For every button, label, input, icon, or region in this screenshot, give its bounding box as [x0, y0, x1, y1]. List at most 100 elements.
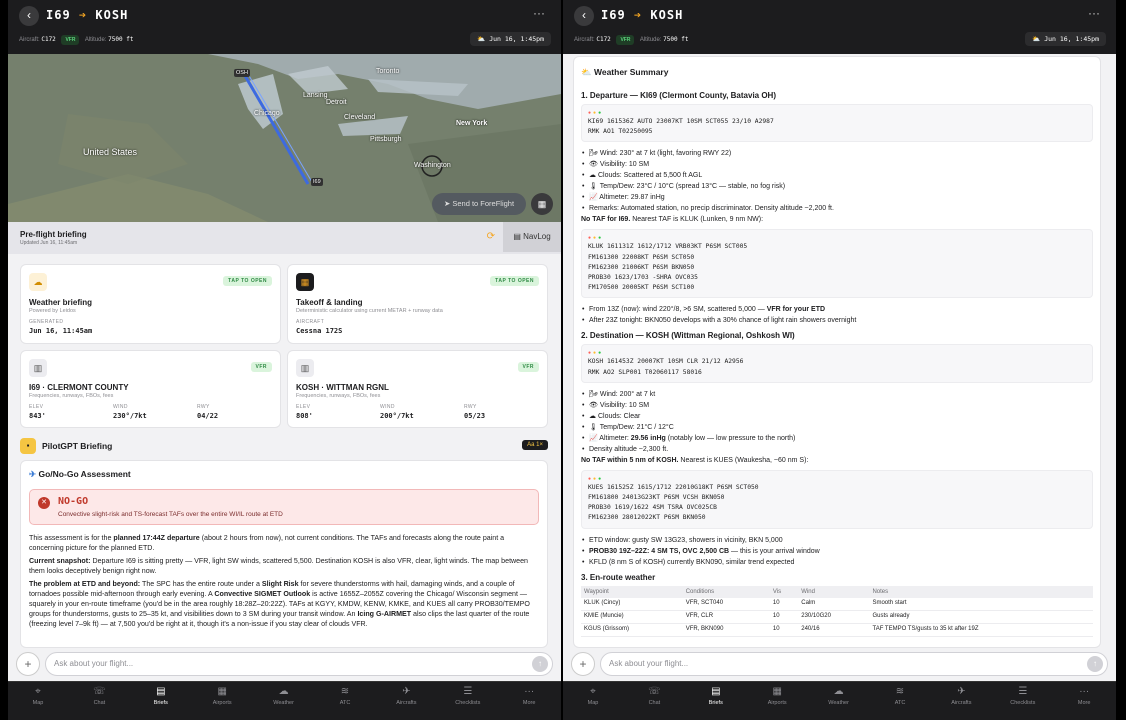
checklists-icon: ☰ — [1018, 686, 1028, 697]
table-cell: 240/16 — [798, 623, 870, 638]
more-icon[interactable]: ··· — [1088, 6, 1100, 20]
pilotgpt-header: ▪ PilotGPT Briefing Aa 1× — [20, 436, 548, 456]
table-header: Notes — [869, 585, 1093, 598]
airports-icon: ▦ — [772, 686, 782, 697]
tab-more[interactable]: ··· More — [1054, 685, 1114, 706]
chat-input[interactable]: Ask about your flight... ↑ — [600, 652, 1108, 676]
no-go-icon: ✕ — [38, 497, 50, 509]
list-item: Density altitude ~2,300 ft. — [581, 444, 1093, 455]
attach-button[interactable]: + — [16, 652, 40, 676]
wind-value: 200°/7kt — [380, 412, 414, 420]
chat-bubble-icon: ▪ — [20, 438, 36, 454]
status-dots: ●●● — [588, 110, 604, 116]
refresh-icon[interactable]: ⟳ — [487, 231, 495, 242]
list-item-text: Altimeter: 29.87 inHg — [599, 194, 665, 202]
building-icon: ▥ — [29, 359, 47, 377]
back-button[interactable]: ‹ — [19, 6, 39, 26]
weather-item-icon: ☁ — [589, 172, 596, 180]
tab-airports[interactable]: ▦ Airports — [192, 685, 252, 706]
tab-map[interactable]: ⌖ Map — [563, 685, 623, 706]
tab-briefs[interactable]: ▤ Briefs — [686, 685, 746, 706]
tab-label: Airports — [212, 700, 232, 706]
map-layers-button[interactable]: ▦ — [531, 193, 553, 215]
tap-to-open-badge: TAP TO OPEN — [223, 276, 272, 286]
tab-more[interactable]: ··· More — [499, 685, 559, 706]
route-title: I69 ➔ KOSH — [46, 8, 129, 22]
chat-icon: ☏ — [93, 686, 106, 697]
tab-chat[interactable]: ☏ Chat — [624, 685, 684, 706]
map-label: Detroit — [326, 99, 347, 106]
pilotgpt-title: PilotGPT Briefing — [42, 441, 113, 451]
tab-label: Weather — [273, 700, 294, 706]
attach-button[interactable]: + — [571, 652, 595, 676]
more-icon[interactable]: ··· — [533, 6, 545, 20]
tab-briefs[interactable]: ▤ Briefs — [131, 685, 191, 706]
metar-block: ●●● KOSH 161453Z 20007KT 10SM CLR 21/12 … — [581, 344, 1093, 383]
list-item-text: Clouds: Scattered at 5,500 ft AGL — [597, 172, 703, 180]
send-to-foreflight-button[interactable]: ➤ Send to ForeFlight — [432, 193, 526, 215]
tab-map[interactable]: ⌖ Map — [8, 685, 68, 706]
navlog-button[interactable]: ▤ NavLog — [503, 222, 561, 252]
weather-item-icon: 👁 — [589, 161, 598, 169]
tab-checklists[interactable]: ☰ Checklists — [438, 685, 498, 706]
table-cell: VFR, BKN090 — [682, 623, 770, 638]
status-dots: ●●● — [588, 475, 604, 482]
departure-time-chip[interactable]: ⛅ Jun 16, 1:45pm — [1025, 32, 1106, 46]
navlog-icon: ▤ — [513, 232, 521, 241]
weather-summary-title: ⛅ Weather Summary — [581, 67, 669, 77]
chat-icon: ☏ — [648, 686, 661, 697]
tab-aircrafts[interactable]: ✈ Aircrafts — [931, 685, 991, 706]
more-icon: ··· — [1079, 686, 1090, 697]
list-item: 🌬 Wind: 230° at 7 kt (light, favoring RW… — [581, 148, 1093, 159]
tab-label: Weather — [828, 700, 849, 706]
table-header: Wind — [798, 585, 870, 598]
airport-subtitle: Frequencies, runways, FBOs, fees — [29, 393, 114, 399]
tab-weather[interactable]: ☁ Weather — [254, 685, 314, 706]
weather-item-icon: 👁 — [589, 401, 598, 409]
preflight-title: Pre-flight briefing — [20, 230, 87, 239]
tab-aircrafts[interactable]: ✈ Aircrafts — [376, 685, 436, 706]
table-cell: 230/10G20 — [798, 610, 870, 625]
enroute-table: Waypoint Conditions Vis Wind Notes KLUK (Cin… — [581, 585, 1093, 638]
list-item: 🌡 Temp/Dew: 21°C / 12°C — [581, 422, 1093, 433]
plane-icon: ✈ — [29, 469, 37, 479]
checklists-icon: ☰ — [463, 686, 473, 697]
status-dots: ●●● — [588, 350, 604, 357]
tab-checklists[interactable]: ☰ Checklists — [993, 685, 1053, 706]
list-item: 📈 Altimeter: 29.87 inHg — [581, 192, 1093, 203]
table-header: Conditions — [682, 585, 770, 598]
tab-label: Airports — [767, 700, 787, 706]
tab-label: ATC — [339, 700, 351, 706]
map-icon: ⌖ — [590, 686, 596, 697]
list-item: ☁ Clouds: Scattered at 5,500 ft AGL — [581, 170, 1093, 181]
more-icon: ··· — [524, 686, 535, 697]
wind-label: WIND — [380, 404, 395, 410]
arrival-airport-card[interactable]: ▥ VFR KOSH · WITTMAN RGNL Frequencies, r… — [287, 350, 548, 428]
send-icon: ➤ — [443, 199, 451, 208]
waypoint-tag: I69 — [311, 178, 323, 186]
tab-chat[interactable]: ☏ Chat — [69, 685, 129, 706]
vfr-badge: VFR — [616, 35, 635, 45]
elev-value: 843' — [29, 412, 46, 420]
tab-atc[interactable]: ≋ ATC — [870, 685, 930, 706]
departure-time-chip[interactable]: ⛅ Jun 16, 1:45pm — [470, 32, 551, 46]
wind-value: 230°/7kt — [113, 412, 147, 420]
font-size-button[interactable]: Aa 1× — [522, 440, 548, 450]
back-button[interactable]: ‹ — [574, 6, 594, 26]
list-item: 👁 Visibility: 10 SM — [581, 159, 1093, 170]
map-label: Lansing — [303, 92, 328, 99]
tab-airports[interactable]: ▦ Airports — [747, 685, 807, 706]
takeoff-landing-card[interactable]: ▦ TAP TO OPEN Takeoff & landing Determin… — [287, 264, 548, 344]
chat-input[interactable]: Ask about your flight... ↑ — [45, 652, 553, 676]
tab-weather[interactable]: ☁ Weather — [809, 685, 869, 706]
list-item: Remarks: Automated station, no precip di… — [581, 203, 1093, 214]
weather-briefing-card[interactable]: ☁ TAP TO OPEN Weather briefing Powered b… — [20, 264, 281, 344]
departure-airport-card[interactable]: ▥ VFR I69 · CLERMONT COUNTY Frequencies,… — [20, 350, 281, 428]
send-button[interactable]: ↑ — [532, 656, 548, 672]
tab-atc[interactable]: ≋ ATC — [315, 685, 375, 706]
elev-value: 808' — [296, 412, 313, 420]
send-button[interactable]: ↑ — [1087, 656, 1103, 672]
card-title: Weather briefing — [29, 298, 92, 307]
list-item: 📈 Altimeter: 29.56 inHg (notably low — l… — [581, 433, 1093, 444]
taf-block: ●●● KUES 161525Z 1615/1712 22010G18KT P6… — [581, 469, 1093, 529]
